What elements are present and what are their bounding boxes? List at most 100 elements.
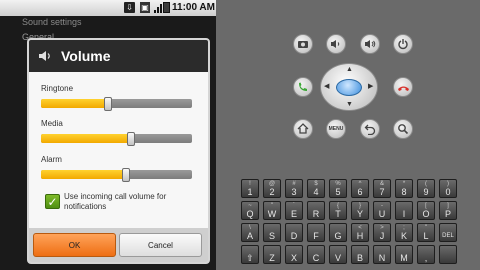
keyboard-key[interactable]: C bbox=[307, 245, 325, 264]
usb-icon: ⇩ bbox=[124, 2, 135, 13]
keyboard-key[interactable]: I bbox=[395, 201, 413, 220]
sim-icon: ▣ bbox=[140, 2, 150, 13]
keyboard-key[interactable]: M bbox=[395, 245, 413, 264]
key-label: J bbox=[379, 231, 385, 241]
key-label: X bbox=[290, 253, 297, 263]
keyboard-key[interactable]: S bbox=[263, 223, 281, 242]
keyboard-key[interactable]: Z bbox=[263, 245, 281, 264]
keyboard-key[interactable]: ; K bbox=[395, 223, 413, 242]
keyboard-key[interactable]: G bbox=[329, 223, 347, 242]
key-label: S bbox=[268, 231, 275, 241]
back-icon[interactable] bbox=[360, 119, 380, 139]
key-label: V bbox=[334, 253, 341, 263]
keyboard-key[interactable]: " L bbox=[417, 223, 435, 242]
ringtone-slider[interactable] bbox=[41, 97, 192, 111]
key-label: G bbox=[334, 231, 342, 241]
key-label: K bbox=[400, 231, 407, 241]
keyboard-key[interactable]: ^ 6 bbox=[351, 179, 369, 198]
media-slider[interactable] bbox=[41, 132, 192, 146]
keyboard-key[interactable]: N bbox=[373, 245, 391, 264]
keyboard-key[interactable]: V bbox=[329, 245, 347, 264]
key-label: 2 bbox=[269, 187, 275, 197]
dialog-title: Volume bbox=[61, 48, 111, 64]
key-label: 6 bbox=[357, 187, 363, 197]
keyboard-key[interactable]: B bbox=[351, 245, 369, 264]
keyboard-key[interactable]: #3 bbox=[285, 179, 303, 198]
keyboard-key[interactable]: X bbox=[285, 245, 303, 264]
status-bar: ⇩ ▣ 11:00 AM bbox=[0, 0, 216, 16]
keyboard-key[interactable]: " W bbox=[263, 201, 281, 220]
dpad-right-icon[interactable]: ▶ bbox=[368, 83, 373, 91]
notification-volume-checkbox[interactable]: ✓ bbox=[45, 194, 60, 209]
key-label: F bbox=[313, 231, 319, 241]
keyboard-key[interactable]: * 8 bbox=[395, 179, 413, 198]
key-label: DEL bbox=[442, 233, 454, 239]
cancel-button[interactable]: Cancel bbox=[119, 233, 202, 257]
key-label: 5 bbox=[335, 187, 341, 197]
key-label: 7 bbox=[379, 187, 385, 197]
keyboard-key[interactable]: } Y bbox=[351, 201, 369, 220]
volume-dialog: Volume Ringtone Media Alarm ✓ Use incomi… bbox=[27, 38, 210, 264]
end-call-icon[interactable] bbox=[393, 77, 413, 97]
media-slider-thumb[interactable] bbox=[127, 132, 135, 146]
keyboard-key[interactable]: R bbox=[307, 201, 325, 220]
keyboard-key[interactable]: ´ E bbox=[285, 201, 303, 220]
dpad-left-icon[interactable]: ◀ bbox=[324, 83, 329, 91]
key-label: E bbox=[290, 209, 297, 219]
key-label: Q bbox=[246, 209, 254, 219]
key-label: 4 bbox=[313, 187, 319, 197]
key-label: I bbox=[402, 209, 406, 219]
menu-button[interactable]: MENU bbox=[326, 119, 346, 139]
keyboard-key[interactable]: > J bbox=[373, 223, 391, 242]
dialog-header: Volume bbox=[29, 40, 208, 72]
key-label: N bbox=[378, 253, 386, 263]
keyboard-key[interactable] bbox=[439, 245, 457, 264]
key-label: Y bbox=[356, 209, 363, 219]
dpad-up-icon[interactable]: ▲ bbox=[346, 66, 353, 74]
key-label: M bbox=[400, 253, 408, 263]
keyboard-key[interactable]: ~ Q bbox=[241, 201, 259, 220]
keyboard-key[interactable]: < H bbox=[351, 223, 369, 242]
key-label: 3 bbox=[291, 187, 297, 197]
key-label: H bbox=[356, 231, 364, 241]
dpad-down-icon[interactable]: ▼ bbox=[346, 101, 353, 109]
search-icon[interactable] bbox=[393, 119, 413, 139]
emulator-controls: ▲ ▼ ◀ ▶ MENU ! 1 @2 #3 $4% 5 ^ 6 & 7 * 8(9) 0 ~ Q " W ´ E R… bbox=[216, 0, 480, 270]
keyboard-key[interactable]: & 7 bbox=[373, 179, 391, 198]
keyboard-key[interactable]: $4 bbox=[307, 179, 325, 198]
volume-down-icon[interactable] bbox=[326, 34, 346, 54]
keyboard-key[interactable]: [O bbox=[417, 201, 435, 220]
volume-up-icon[interactable] bbox=[360, 34, 380, 54]
keyboard-key[interactable]: @2 bbox=[263, 179, 281, 198]
keyboard-key[interactable]: {T bbox=[329, 201, 347, 220]
key-label: Z bbox=[269, 253, 275, 263]
ok-button[interactable]: OK bbox=[33, 233, 116, 257]
status-time: 11:00 AM bbox=[172, 2, 215, 13]
keyboard-key[interactable]: ! 1 bbox=[241, 179, 259, 198]
home-icon[interactable] bbox=[293, 119, 313, 139]
key-label: 1 bbox=[247, 187, 253, 197]
power-icon[interactable] bbox=[393, 34, 413, 54]
camera-icon[interactable] bbox=[293, 34, 313, 54]
keyboard-key[interactable]: % 5 bbox=[329, 179, 347, 198]
keyboard-key[interactable]: ⇧ bbox=[241, 245, 259, 264]
dpad-center-button[interactable] bbox=[336, 79, 362, 96]
ringtone-slider-thumb[interactable] bbox=[104, 97, 112, 111]
call-icon[interactable] bbox=[293, 77, 313, 97]
keyboard-key[interactable]: -U bbox=[373, 201, 391, 220]
key-label: P bbox=[444, 209, 451, 219]
alarm-slider-thumb[interactable] bbox=[122, 168, 130, 182]
key-label: , bbox=[424, 253, 428, 263]
keyboard-key[interactable]: \ A bbox=[241, 223, 259, 242]
alarm-slider[interactable] bbox=[41, 168, 192, 182]
key-label: L bbox=[423, 231, 429, 241]
keyboard-key[interactable]: F bbox=[307, 223, 325, 242]
keyboard-key[interactable]: DEL bbox=[439, 223, 457, 242]
keyboard-key[interactable]: D bbox=[285, 223, 303, 242]
keyboard-key[interactable]: (9 bbox=[417, 179, 435, 198]
key-label: W bbox=[267, 209, 277, 219]
keyboard-key[interactable]: ] P bbox=[439, 201, 457, 220]
keyboard-key[interactable]: ) 0 bbox=[439, 179, 457, 198]
keyboard-key[interactable]: , bbox=[417, 245, 435, 264]
device-screen: ⇩ ▣ 11:00 AM Sound settings General Volu… bbox=[0, 0, 216, 270]
